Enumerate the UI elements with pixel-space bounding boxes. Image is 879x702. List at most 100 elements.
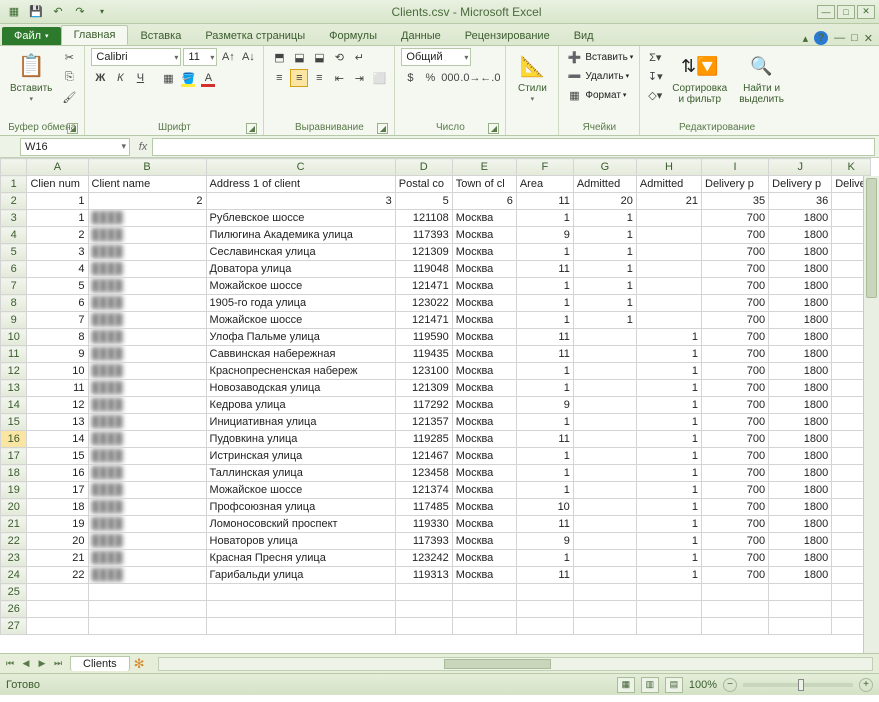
cell[interactable]: Ломоносовский проспект — [206, 516, 395, 533]
cell[interactable]: 700 — [702, 499, 769, 516]
cell[interactable] — [573, 363, 636, 380]
cell[interactable]: 1 — [516, 448, 573, 465]
zoom-slider-handle[interactable] — [798, 679, 804, 691]
cell[interactable] — [573, 584, 636, 601]
increase-decimal-icon[interactable]: .0→ — [461, 69, 479, 87]
row-header[interactable]: 12 — [1, 363, 27, 380]
cell[interactable]: 1 — [516, 363, 573, 380]
cell[interactable]: Сеславинская улица — [206, 244, 395, 261]
cell[interactable] — [573, 533, 636, 550]
cell[interactable] — [573, 499, 636, 516]
cell[interactable]: 117292 — [395, 397, 452, 414]
sheet-nav-last-icon[interactable]: ⏭ — [50, 656, 66, 672]
cell[interactable]: 1 — [636, 550, 701, 567]
view-normal-icon[interactable]: ▦ — [617, 677, 635, 693]
cell[interactable]: 1800 — [769, 465, 832, 482]
cell[interactable]: Москва — [452, 397, 516, 414]
cell[interactable]: 1 — [573, 227, 636, 244]
cell[interactable]: 9 — [516, 397, 573, 414]
cell[interactable] — [206, 601, 395, 618]
cell[interactable] — [573, 465, 636, 482]
cell[interactable]: 700 — [702, 363, 769, 380]
cell[interactable] — [452, 601, 516, 618]
cell[interactable]: ████ — [88, 448, 206, 465]
cell[interactable]: Москва — [452, 516, 516, 533]
cell[interactable] — [27, 584, 88, 601]
cell[interactable]: Улофа Пальме улица — [206, 329, 395, 346]
cell[interactable]: 9 — [516, 533, 573, 550]
cell[interactable] — [573, 346, 636, 363]
decrease-indent-icon[interactable]: ⇤ — [330, 69, 348, 87]
cell[interactable]: 1800 — [769, 499, 832, 516]
cell[interactable]: ████ — [88, 346, 206, 363]
cell[interactable] — [573, 601, 636, 618]
cell[interactable]: ████ — [88, 465, 206, 482]
row-header[interactable]: 19 — [1, 482, 27, 499]
cell[interactable]: 15 — [27, 448, 88, 465]
column-header-D[interactable]: D — [395, 159, 452, 176]
tab-formulas[interactable]: Формулы — [317, 27, 389, 45]
cell[interactable]: 8 — [27, 329, 88, 346]
insert-cells-button[interactable]: ➕Вставить▾ — [565, 48, 633, 66]
cell[interactable]: 121309 — [395, 380, 452, 397]
cell[interactable]: 21 — [636, 193, 701, 210]
align-left-icon[interactable]: ≡ — [270, 69, 288, 87]
cell[interactable]: ████ — [88, 414, 206, 431]
cell[interactable]: 19 — [27, 516, 88, 533]
cell[interactable]: 1 — [636, 448, 701, 465]
undo-icon[interactable]: ↶ — [50, 4, 66, 20]
cell[interactable]: 1800 — [769, 295, 832, 312]
sort-filter-button[interactable]: ⇅🔽 Сортировка и фильтр — [668, 48, 731, 107]
column-header-J[interactable]: J — [769, 159, 832, 176]
new-sheet-icon[interactable]: ✻ — [134, 656, 152, 672]
font-size-combo[interactable]: 11 — [183, 48, 217, 66]
cell[interactable]: Москва — [452, 295, 516, 312]
cell[interactable]: 1800 — [769, 414, 832, 431]
alignment-dialog-icon[interactable]: ◢ — [377, 123, 388, 134]
cell[interactable]: 11 — [516, 193, 573, 210]
tab-file[interactable]: Файл▾ — [2, 27, 61, 45]
maximize-icon[interactable]: □ — [837, 5, 855, 19]
cell[interactable]: ████ — [88, 380, 206, 397]
cell[interactable]: Новозаводская улица — [206, 380, 395, 397]
cell[interactable]: Москва — [452, 210, 516, 227]
paste-button[interactable]: 📋 Вставить ▾ — [6, 48, 56, 105]
cell[interactable]: 121108 — [395, 210, 452, 227]
cell[interactable] — [636, 261, 701, 278]
row-header[interactable]: 4 — [1, 227, 27, 244]
decrease-decimal-icon[interactable]: ←.0 — [481, 69, 499, 87]
font-color-icon[interactable]: A — [199, 69, 217, 87]
currency-icon[interactable]: $ — [401, 69, 419, 87]
cell[interactable]: Рублевское шоссе — [206, 210, 395, 227]
cell[interactable]: Москва — [452, 499, 516, 516]
cell[interactable]: Кедрова улица — [206, 397, 395, 414]
cell[interactable]: ████ — [88, 295, 206, 312]
zoom-slider[interactable] — [743, 683, 853, 687]
format-painter-icon[interactable]: 🖌 — [60, 88, 78, 106]
cell[interactable] — [27, 601, 88, 618]
cell[interactable] — [573, 567, 636, 584]
cell[interactable] — [88, 601, 206, 618]
cell[interactable]: 1 — [636, 431, 701, 448]
cell[interactable]: Москва — [452, 465, 516, 482]
cell[interactable]: Москва — [452, 278, 516, 295]
cell[interactable]: 1800 — [769, 278, 832, 295]
column-header-A[interactable]: A — [27, 159, 88, 176]
shrink-font-icon[interactable]: A↓ — [239, 48, 257, 66]
cell[interactable]: 121357 — [395, 414, 452, 431]
horizontal-scrollbar[interactable] — [158, 657, 873, 671]
row-header[interactable]: 16 — [1, 431, 27, 448]
cell[interactable]: Истринская улица — [206, 448, 395, 465]
cell[interactable]: 1800 — [769, 448, 832, 465]
cell[interactable]: Профсоюзная улица — [206, 499, 395, 516]
cell[interactable] — [573, 550, 636, 567]
cell[interactable]: Москва — [452, 227, 516, 244]
minimize-icon[interactable]: — — [817, 5, 835, 19]
cell[interactable]: 700 — [702, 414, 769, 431]
cell[interactable]: Clien num — [27, 176, 88, 193]
cell[interactable]: 700 — [702, 482, 769, 499]
cell[interactable]: 9 — [516, 227, 573, 244]
row-header[interactable]: 20 — [1, 499, 27, 516]
format-cells-button[interactable]: ▦Формат▾ — [565, 86, 633, 104]
cell[interactable]: Area — [516, 176, 573, 193]
